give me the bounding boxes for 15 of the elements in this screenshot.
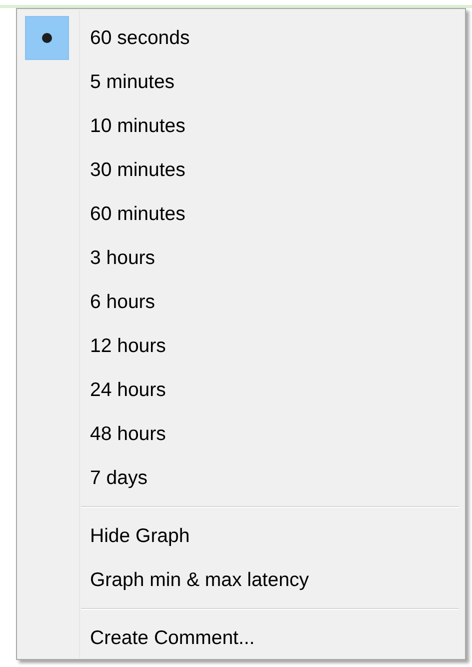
menu-item[interactable]: 30 minutes: [19, 148, 463, 192]
menu-item[interactable]: 10 minutes: [19, 104, 463, 148]
menu-item[interactable]: 7 days: [19, 456, 463, 500]
menu-item[interactable]: 5 minutes: [19, 60, 463, 104]
menu-item[interactable]: 60 minutes: [19, 192, 463, 236]
menu-item[interactable]: Hide Graph: [19, 514, 463, 558]
menu-item[interactable]: Graph min & max latency: [19, 558, 463, 602]
menu-item[interactable]: Create Comment...: [19, 616, 463, 660]
menu-item[interactable]: 24 hours: [19, 368, 463, 412]
menu-item[interactable]: 6 hours: [19, 280, 463, 324]
menu-item[interactable]: 12 hours: [19, 324, 463, 368]
menu-item[interactable]: 48 hours: [19, 412, 463, 456]
radio-dot-icon: [42, 33, 52, 43]
menu-item[interactable]: 3 hours: [19, 236, 463, 280]
menu-item[interactable]: 60 seconds: [19, 16, 463, 60]
